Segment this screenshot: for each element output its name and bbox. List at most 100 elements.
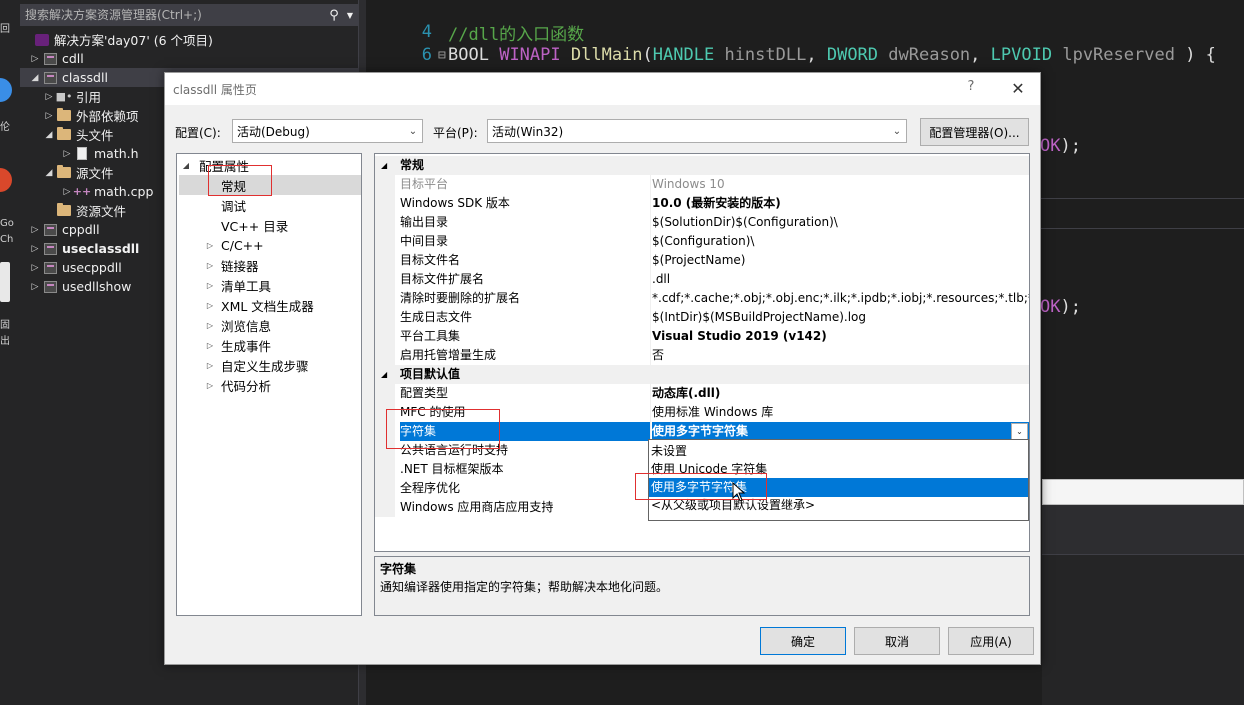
strip-text: 出 bbox=[0, 336, 10, 347]
strip-text: 回 bbox=[0, 24, 10, 35]
tree-item-solution[interactable]: 解决方案'day07' (6 个项目) bbox=[20, 30, 358, 49]
output-panel-header bbox=[1042, 479, 1244, 505]
expand-arrow-icon[interactable]: ▷ bbox=[203, 261, 217, 270]
strip-text: 固 bbox=[0, 320, 10, 331]
category-code-analysis[interactable]: ▷ 代码分析 bbox=[203, 375, 361, 395]
expand-arrow-icon[interactable]: ▷ bbox=[203, 301, 217, 310]
close-button[interactable]: ✕ bbox=[1001, 79, 1035, 99]
dropdown-option-not-set[interactable]: 未设置 bbox=[649, 442, 1028, 461]
expand-arrow-icon[interactable]: ▷ bbox=[42, 111, 56, 121]
expand-arrow-icon[interactable]: ▷ bbox=[203, 361, 217, 370]
property-row[interactable]: 生成日志文件 $(IntDir)$(MSBuildProjectName).log bbox=[375, 308, 1029, 327]
property-row[interactable]: 中间目录 $(Configuration)\ bbox=[375, 232, 1029, 251]
header-file-icon bbox=[77, 147, 87, 160]
help-button[interactable]: ? bbox=[959, 79, 983, 99]
solution-search-box[interactable]: ⚲ ▼ bbox=[20, 4, 358, 26]
chevron-down-icon: ⌄ bbox=[892, 125, 902, 137]
fold-toggle-icon[interactable]: ⊟ bbox=[438, 48, 448, 63]
code-line-4: 4 //dll的入口函数 bbox=[421, 22, 585, 45]
property-row[interactable]: 平台工具集 Visual Studio 2019 (v142) bbox=[375, 327, 1029, 346]
expand-arrow-icon[interactable]: ▷ bbox=[28, 54, 42, 64]
strip-text: 伦 bbox=[0, 122, 10, 133]
references-icon: ■• bbox=[55, 90, 73, 103]
section-header-general[interactable]: ◢ 常规 bbox=[375, 156, 1029, 175]
expand-arrow-icon[interactable]: ▷ bbox=[203, 321, 217, 330]
strip-text: Ch bbox=[0, 234, 14, 245]
category-general[interactable]: 常规 bbox=[179, 175, 361, 195]
category-build-events[interactable]: ▷ 生成事件 bbox=[203, 335, 361, 355]
search-icon[interactable]: ⚲ bbox=[325, 8, 343, 23]
category-custom-build-step[interactable]: ▷ 自定义生成步骤 bbox=[203, 355, 361, 375]
apply-button[interactable]: 应用(A) bbox=[948, 627, 1034, 655]
doc-icon[interactable] bbox=[0, 262, 10, 302]
collapse-arrow-icon[interactable]: ◢ bbox=[381, 365, 393, 384]
collapse-arrow-icon[interactable]: ◢ bbox=[28, 73, 42, 83]
config-select[interactable]: 活动(Debug) ⌄ bbox=[232, 119, 423, 143]
expand-arrow-icon[interactable]: ▷ bbox=[42, 92, 56, 102]
expand-arrow-icon[interactable]: ▷ bbox=[203, 281, 217, 290]
category-cpp[interactable]: ▷ C/C++ bbox=[203, 235, 361, 255]
expand-arrow-icon[interactable]: ▷ bbox=[203, 241, 217, 250]
collapse-arrow-icon[interactable]: ◢ bbox=[179, 161, 193, 170]
property-row[interactable]: Windows SDK 版本 10.0 (最新安装的版本) bbox=[375, 194, 1029, 213]
platform-label: 平台(P): bbox=[433, 126, 478, 140]
expand-arrow-icon[interactable]: ▷ bbox=[60, 149, 74, 159]
chevron-down-icon: ⌄ bbox=[408, 125, 418, 137]
property-row[interactable]: MFC 的使用 使用标准 Windows 库 bbox=[375, 403, 1029, 422]
property-row[interactable]: 配置类型 动态库(.dll) bbox=[375, 384, 1029, 403]
section-header-project-defaults[interactable]: ◢ 项目默认值 bbox=[375, 365, 1029, 384]
dropdown-option-multibyte[interactable]: 使用多字节字符集 bbox=[649, 478, 1028, 497]
folder-icon bbox=[57, 127, 71, 140]
dialog-titlebar[interactable]: classdll 属性页 ? ✕ bbox=[165, 73, 1040, 105]
left-window-strip: 回 伦 Go Ch 固 出 bbox=[0, 0, 18, 705]
cpp-file-icon: ++ bbox=[72, 185, 92, 198]
property-row[interactable]: 输出目录 $(SolutionDir)$(Configuration)\ bbox=[375, 213, 1029, 232]
solution-search-input[interactable] bbox=[21, 5, 325, 25]
category-debugging[interactable]: 调试 bbox=[179, 195, 361, 215]
category-config-properties[interactable]: ◢ 配置属性 bbox=[179, 155, 361, 175]
chevron-down-icon[interactable]: ▼ bbox=[343, 11, 357, 20]
dropdown-option-inherit[interactable]: <从父级或项目默认设置继承> bbox=[649, 496, 1028, 515]
code-line-6: 6 ⊟ BOOL WINAPI DllMain(HANDLE hinstDLL,… bbox=[421, 45, 1216, 65]
description-panel: 字符集 通知编译器使用指定的字符集；帮助解决本地化问题。 bbox=[374, 556, 1030, 616]
ok-button[interactable]: 确定 bbox=[760, 627, 846, 655]
property-row[interactable]: 目标平台 Windows 10 bbox=[375, 175, 1029, 194]
project-icon bbox=[43, 52, 57, 65]
solution-icon bbox=[35, 33, 49, 46]
expand-arrow-icon[interactable]: ▷ bbox=[28, 225, 42, 235]
property-row[interactable]: 目标文件名 $(ProjectName) bbox=[375, 251, 1029, 270]
category-linker[interactable]: ▷ 链接器 bbox=[203, 255, 361, 275]
config-manager-button[interactable]: 配置管理器(O)... bbox=[920, 118, 1029, 146]
category-xml-doc-generator[interactable]: ▷ XML 文档生成器 bbox=[203, 295, 361, 315]
property-row[interactable]: 清除时要删除的扩展名 *.cdf;*.cache;*.obj;*.obj.enc;… bbox=[375, 289, 1029, 308]
expand-arrow-icon[interactable]: ▷ bbox=[28, 282, 42, 292]
project-icon bbox=[43, 261, 57, 274]
config-label: 配置(C): bbox=[175, 126, 221, 140]
cancel-button[interactable]: 取消 bbox=[854, 627, 940, 655]
chrome-icon[interactable] bbox=[0, 168, 12, 192]
tree-item-cdll[interactable]: ▷ cdll bbox=[28, 49, 358, 68]
category-manifest-tool[interactable]: ▷ 清单工具 bbox=[203, 275, 361, 295]
property-row[interactable]: 启用托管增量生成否 bbox=[375, 346, 1029, 365]
folder-icon bbox=[57, 203, 71, 216]
dropdown-option-unicode[interactable]: 使用 Unicode 字符集 bbox=[649, 460, 1028, 479]
category-vcpp-directories[interactable]: VC++ 目录 bbox=[179, 215, 361, 235]
code-fragment: OK); bbox=[1040, 297, 1081, 317]
expand-arrow-icon[interactable]: ▷ bbox=[203, 341, 217, 350]
collapse-arrow-icon[interactable]: ◢ bbox=[42, 168, 56, 178]
expand-arrow-icon[interactable]: ▷ bbox=[28, 244, 42, 254]
expand-arrow-icon[interactable]: ▷ bbox=[28, 263, 42, 273]
editor-divider bbox=[1032, 228, 1244, 229]
collapse-arrow-icon[interactable]: ◢ bbox=[381, 156, 393, 175]
property-row[interactable]: 目标文件扩展名 .dll bbox=[375, 270, 1029, 289]
app-icon-blue[interactable] bbox=[0, 78, 12, 102]
collapse-arrow-icon[interactable]: ◢ bbox=[42, 130, 56, 140]
editor-divider bbox=[1032, 198, 1244, 199]
output-panel-toolbar bbox=[1042, 505, 1244, 555]
platform-select[interactable]: 活动(Win32) ⌄ bbox=[487, 119, 907, 143]
folder-icon bbox=[57, 165, 71, 178]
category-browse-info[interactable]: ▷ 浏览信息 bbox=[203, 315, 361, 335]
strip-text: Go bbox=[0, 218, 14, 229]
chevron-down-icon[interactable]: ⌄ bbox=[1011, 423, 1028, 440]
expand-arrow-icon[interactable]: ▷ bbox=[203, 381, 217, 390]
